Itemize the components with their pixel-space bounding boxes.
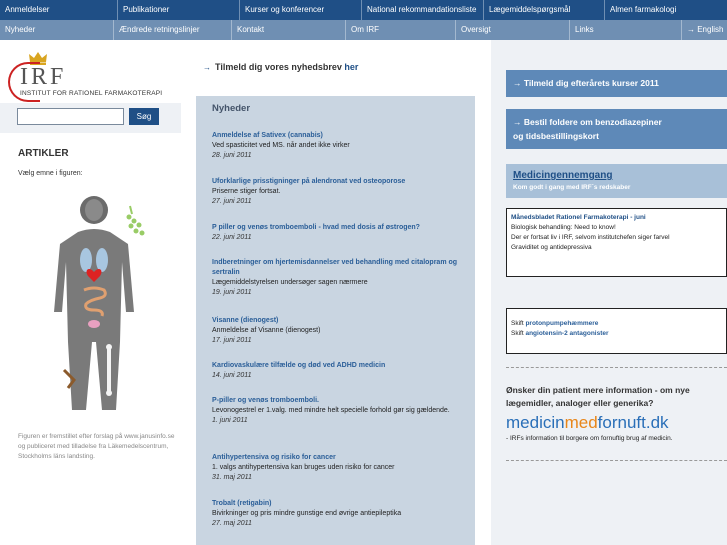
order-folders-line2: og tidsbestillingskort [513,131,599,141]
news-item: P piller og venøs tromboemboli - hvad me… [212,223,467,243]
switch-prefix: Skift [511,320,526,327]
news-item-date: 14. juni 2011 [212,372,252,379]
search-button[interactable]: Søg [129,108,159,125]
news-item: Kardiovaskulære tilfælde og død ved ADHD… [212,361,467,381]
left-column: IRF INSTITUT FOR RATIONEL FARMAKOTERAPI … [0,40,181,545]
news-item-title[interactable]: P piller og venøs tromboemboli - hvad me… [212,223,467,233]
order-folders-button[interactable]: → Bestil foldere om benzodiazepiner og t… [506,109,727,149]
right-column: → Tilmeld dig efterårets kurser 2011 → B… [491,40,727,545]
news-item: Trobalt (retigabin) Bivirkninger og pris… [212,499,467,529]
news-item-title[interactable]: Indberetninger om hjertemisdannelser ved… [212,258,467,278]
news-item-date: 22. juni 2011 [212,234,252,241]
nav-nyheder[interactable]: Nyheder [0,20,114,40]
switch-line: Skift protonpumpehæmmere [511,319,722,329]
patient-info-question: Ønsker din patient mere information - om… [506,385,690,408]
newsletter-text: Tilmeld dig vores nyhedsbrev [215,62,342,72]
news-item-date: 19. juni 2011 [212,289,252,296]
news-panel: Nyheder Anmeldelse af Sativex (cannabis)… [196,96,475,545]
figure-credit: Figuren er fremstillet efter forslag på … [18,433,175,460]
news-item-title[interactable]: Uforklarlige prisstigninger på alendrona… [212,177,467,187]
news-item-title[interactable]: P-piller og venøs tromboemboli. [212,396,467,406]
nav-aendrede-retningslinjer[interactable]: Ændrede retningslinjer [114,20,232,40]
news-item: Antihypertensiva og risiko for cancer 1.… [212,453,467,483]
divider [506,460,727,461]
news-item-desc: Lægemiddelstyrelsen undersøger sagen nær… [212,279,368,286]
switch-drugs-box: Skift protonpumpehæmmere Skift angiotens… [506,308,727,354]
newsletter-link[interactable]: her [344,62,358,72]
mfl-med: med [564,413,598,432]
news-item-date: 27. maj 2011 [212,520,252,527]
monthly-magazine-box: Månedsbladet Rationel Farmakoterapi - ju… [506,208,727,277]
news-item-date: 31. maj 2011 [212,474,252,481]
news-item: Visanne (dienogest) Anmeldelse af Visann… [212,316,467,346]
search-bar: Søg [0,103,181,133]
news-item-title[interactable]: Kardiovaskulære tilfælde og død ved ADHD… [212,361,467,371]
arrow-icon: → [203,63,211,72]
monthly-line: Graviditet og antidepressiva [511,244,592,251]
courses-signup-button[interactable]: → Tilmeld dig efterårets kurser 2011 [506,70,727,97]
nav-english[interactable]: → English [682,20,727,40]
newsletter-signup: → Tilmeld dig vores nyhedsbrev her [203,62,358,72]
articles-instruction: Vælg emne i figuren: [18,170,83,177]
monthly-issue: - juni [630,214,646,221]
monthly-line: Biologisk behandling: Need to know! [511,224,616,231]
irf-logo[interactable]: IRF INSTITUT FOR RATIONEL FARMAKOTERAPI [8,50,178,102]
news-item: P-piller og venøs tromboemboli. Levonoge… [212,396,467,426]
news-item-title[interactable]: Anmeldelse af Sativex (cannabis) [212,131,467,141]
nav-publikationer[interactable]: Publikationer [118,0,240,20]
logo-fullname: INSTITUT FOR RATIONEL FARMAKOTERAPI [20,90,163,97]
switch-prefix: Skift [511,330,526,337]
medicinmedfornuft-logo[interactable]: medicinmedfornuft.dk [506,413,669,433]
medicingennemgang-subtitle: Kom godt i gang med IRF´s redskaber [513,184,631,191]
monthly-line: Der er fortsat liv i IRF, selvom institu… [511,234,670,241]
news-item-desc: Anmeldelse af Visanne (dienogest) [212,327,321,334]
nav-kontakt[interactable]: Kontakt [232,20,346,40]
news-item-title[interactable]: Visanne (dienogest) [212,316,467,326]
news-item-title[interactable]: Trobalt (retigabin) [212,499,467,509]
news-item: Uforklarlige prisstigninger på alendrona… [212,177,467,207]
secondary-nav: Nyheder Ændrede retningslinjer Kontakt O… [0,20,727,40]
news-item-title[interactable]: Antihypertensiva og risiko for cancer [212,453,467,463]
monthly-title: Månedsbladet Rationel Farmakoterapi [511,214,629,221]
logo-irf: IRF [20,64,67,90]
medicingennemgang-title[interactable]: Medicingennemgang [513,164,727,181]
nav-kurser[interactable]: Kurser og konferencer [240,0,362,20]
news-heading: Nyheder [212,103,251,114]
news-item-date: 1. juni 2011 [212,417,248,424]
nav-laegemiddelspoergsmaal[interactable]: Lægemiddelspørgsmål [484,0,605,20]
news-item-desc: Ved spasticitet ved MS. når andet ikke v… [212,142,350,149]
news-item-desc: 1. valgs antihypertensiva kan bruges ude… [212,464,395,471]
news-item-desc: Levonogestrel er 1.valg. med mindre helt… [212,407,450,414]
news-item-date: 28. juni 2011 [212,152,252,159]
irf-citizen-info: - IRFs information til borgere om fornuf… [506,435,673,442]
articles-heading: ARTIKLER [18,148,69,159]
nav-om-irf[interactable]: Om IRF [346,20,456,40]
order-folders-line1: → Bestil foldere om benzodiazepiner [513,117,662,127]
news-item: Indberetninger om hjertemisdannelser ved… [212,258,467,298]
nav-anmeldelser[interactable]: Anmeldelser [0,0,118,20]
divider [506,367,727,368]
monthly-magazine-title[interactable]: Månedsbladet Rationel Farmakoterapi - ju… [511,213,722,223]
search-input[interactable] [17,108,124,125]
nav-almen-farmakologi[interactable]: Almen farmakologi [605,0,727,20]
news-item-date: 27. juni 2011 [212,198,252,205]
medicingennemgang-box[interactable]: Medicingennemgang Kom godt i gang med IR… [506,164,727,198]
nav-rekommandationsliste[interactable]: National rekommandationsliste [362,0,484,20]
primary-nav: Anmeldelser Publikationer Kurser og konf… [0,0,727,20]
news-item: Anmeldelse af Sativex (cannabis) Ved spa… [212,131,467,161]
mfl-medicin: medicin [506,413,565,432]
news-item-desc: Bivirkninger og pris mindre gunstige end… [212,510,402,517]
switch-link-at2[interactable]: angiotensin-2 antagonister [525,330,608,337]
news-item-desc: Priserne stiger fortsat. [212,188,281,195]
human-body-figure-icon[interactable] [36,192,156,422]
main-column: → Tilmeld dig vores nyhedsbrev her Nyhede… [181,40,491,545]
nav-oversigt[interactable]: Oversigt [456,20,570,40]
switch-line: Skift angiotensin-2 antagonister [511,329,722,339]
nav-links[interactable]: Links [570,20,682,40]
news-item-date: 17. juni 2011 [212,337,252,344]
mfl-fornuft: fornuft.dk [597,413,669,432]
switch-link-ppi[interactable]: protonpumpehæmmere [525,320,598,327]
